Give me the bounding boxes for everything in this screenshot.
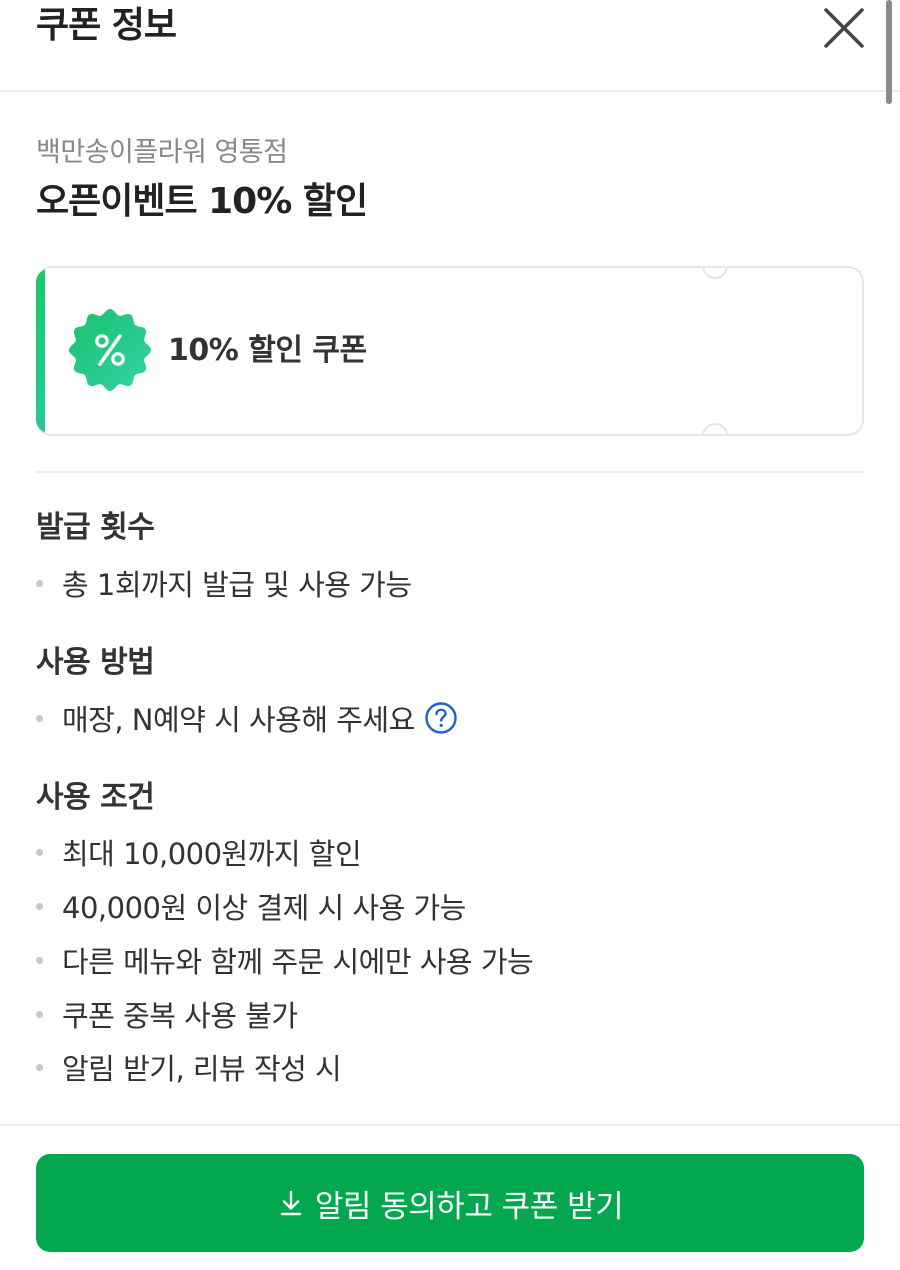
list-item: 총 1회까지 발급 및 사용 가능: [36, 563, 412, 603]
list-item: 알림 받기, 리뷰 작성 시: [36, 1047, 342, 1087]
list-item-text: 매장, N예약 시 사용해 주세요: [62, 703, 415, 737]
coupon-notch-top: [702, 268, 728, 279]
bullet-dot: [36, 714, 43, 722]
coupon-notch-bottom: [702, 423, 728, 434]
scrollbar[interactable]: [886, 0, 892, 104]
close-button[interactable]: [818, 2, 870, 54]
percent-badge-icon: [68, 308, 152, 392]
bullet-dot: [36, 579, 43, 587]
list-item-text: 다른 메뉴와 함께 주문 시에만 사용 가능: [62, 945, 534, 979]
header: 쿠폰 정보: [0, 0, 900, 92]
page-title: 쿠폰 정보: [36, 5, 177, 46]
list-item-text: 최대 10,000원까지 할인: [62, 837, 362, 871]
list-item: 매장, N예약 시 사용해 주세요: [36, 698, 458, 738]
download-arrow-icon: [280, 1190, 302, 1216]
list-item: 쿠폰 중복 사용 불가: [36, 994, 298, 1034]
close-icon: [824, 8, 864, 48]
bullet-dot: [36, 902, 43, 910]
section-divider: [36, 471, 864, 473]
list-item: 다른 메뉴와 함께 주문 시에만 사용 가능: [36, 940, 534, 980]
coupon-title: 오픈이벤트 10% 할인: [36, 181, 368, 222]
bullet-dot: [36, 1010, 43, 1018]
question-circle-icon[interactable]: [424, 701, 458, 735]
list-item: 최대 10,000원까지 할인: [36, 832, 362, 872]
list-item-text: 총 1회까지 발급 및 사용 가능: [62, 568, 412, 602]
list-item-text: 알림 받기, 리뷰 작성 시: [62, 1052, 342, 1086]
section-title-usage-conditions: 사용 조건: [36, 780, 155, 815]
get-coupon-button-label: 알림 동의하고 쿠폰 받기: [314, 1188, 624, 1225]
bullet-dot: [36, 848, 43, 856]
coupon-card: 10% 할인 쿠폰: [36, 266, 864, 436]
bullet-dot: [36, 1063, 43, 1071]
store-name: 백만송이플라워 영통점: [36, 137, 288, 168]
section-title-issue-count: 발급 횟수: [36, 510, 155, 545]
section-title-usage-method: 사용 방법: [36, 645, 155, 680]
footer-divider: [0, 1124, 900, 1126]
list-item-text: 쿠폰 중복 사용 불가: [62, 999, 298, 1033]
list-item: 40,000원 이상 결제 시 사용 가능: [36, 886, 466, 926]
get-coupon-button[interactable]: 알림 동의하고 쿠폰 받기: [36, 1154, 864, 1252]
coupon-accent-bar: [36, 268, 45, 434]
bullet-dot: [36, 956, 43, 964]
list-item-text: 40,000원 이상 결제 시 사용 가능: [62, 891, 466, 925]
coupon-card-label: 10% 할인 쿠폰: [168, 333, 367, 368]
